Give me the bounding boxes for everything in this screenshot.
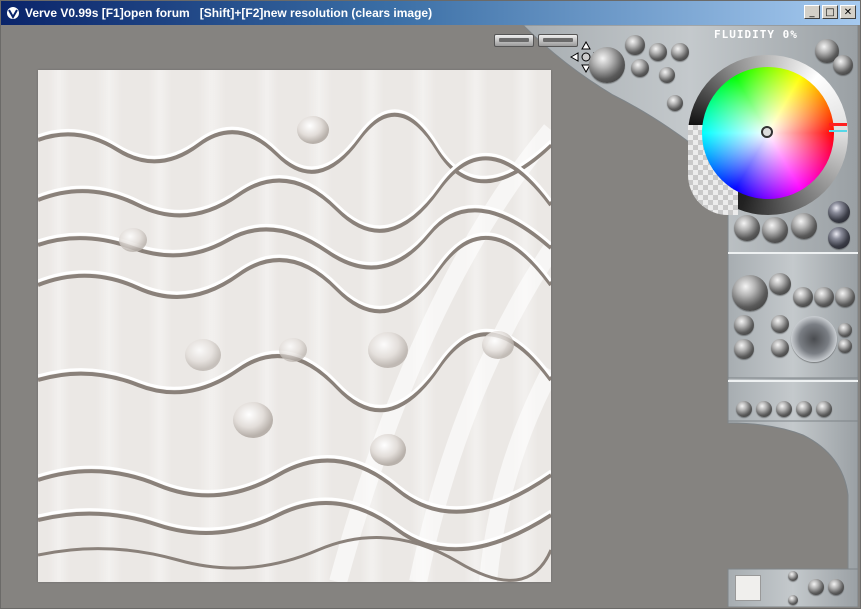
knob-sec-8[interactable] [771, 339, 789, 357]
app-window: Verve V0.99s [F1]open forum [Shift]+[F2]… [0, 0, 861, 609]
knob-mid-1[interactable] [734, 215, 760, 241]
knob-top-2[interactable] [649, 43, 667, 61]
fluidity-label: FLUIDITY 0% [714, 28, 798, 41]
color-picker-cursor[interactable] [761, 126, 773, 138]
window-title: Verve V0.99s [F1]open forum [Shift]+[F2]… [25, 6, 433, 20]
knob-sec-1[interactable] [769, 273, 791, 295]
verve-app-icon [5, 5, 21, 21]
knob-bottom-2[interactable] [808, 579, 824, 595]
knob-sec-2[interactable] [793, 287, 813, 307]
workspace: FLUIDITY 0% [3, 25, 858, 607]
title-bar[interactable]: Verve V0.99s [F1]open forum [Shift]+[F2]… [1, 1, 860, 25]
knob-bottom-3[interactable] [828, 579, 844, 595]
knob-sec-3[interactable] [814, 287, 834, 307]
knob-top-6[interactable] [667, 95, 683, 111]
knob-sec-10[interactable] [838, 339, 852, 353]
current-color-swatch[interactable] [735, 575, 761, 601]
knob-sec-5[interactable] [734, 315, 754, 335]
knob-row-2[interactable] [756, 401, 772, 417]
knob-sec-4[interactable] [835, 287, 855, 307]
knob-top-1[interactable] [625, 35, 645, 55]
knob-top-3[interactable] [671, 43, 689, 61]
knob-sec-7[interactable] [771, 315, 789, 333]
brush-preview-dial[interactable] [791, 316, 837, 362]
knob-top-5[interactable] [659, 67, 675, 83]
close-button[interactable]: ✕ [840, 5, 856, 19]
knob-top-right-2[interactable] [833, 55, 853, 75]
knob-row-1[interactable] [736, 401, 752, 417]
knob-dark-2[interactable] [828, 227, 850, 249]
brush-size-knob[interactable] [589, 47, 625, 83]
knob-sec-6[interactable] [734, 339, 754, 359]
knob-bottom-1[interactable] [788, 571, 798, 581]
knob-sec-9[interactable] [838, 323, 852, 337]
knob-large[interactable] [732, 275, 768, 311]
maximize-button[interactable]: □ [822, 5, 838, 19]
preset-slot-button-1[interactable] [494, 34, 534, 47]
hue-marker [829, 123, 847, 126]
knob-row-3[interactable] [776, 401, 792, 417]
minimize-button[interactable]: _ [804, 5, 820, 19]
knob-top-4[interactable] [631, 59, 649, 77]
knob-mid-3[interactable] [791, 213, 817, 239]
knob-dark-1[interactable] [828, 201, 850, 223]
knob-mid-2[interactable] [762, 217, 788, 243]
knob-row-4[interactable] [796, 401, 812, 417]
knob-bottom-4[interactable] [788, 595, 798, 605]
knob-row-5[interactable] [816, 401, 832, 417]
hue-marker-cyan [829, 130, 847, 132]
